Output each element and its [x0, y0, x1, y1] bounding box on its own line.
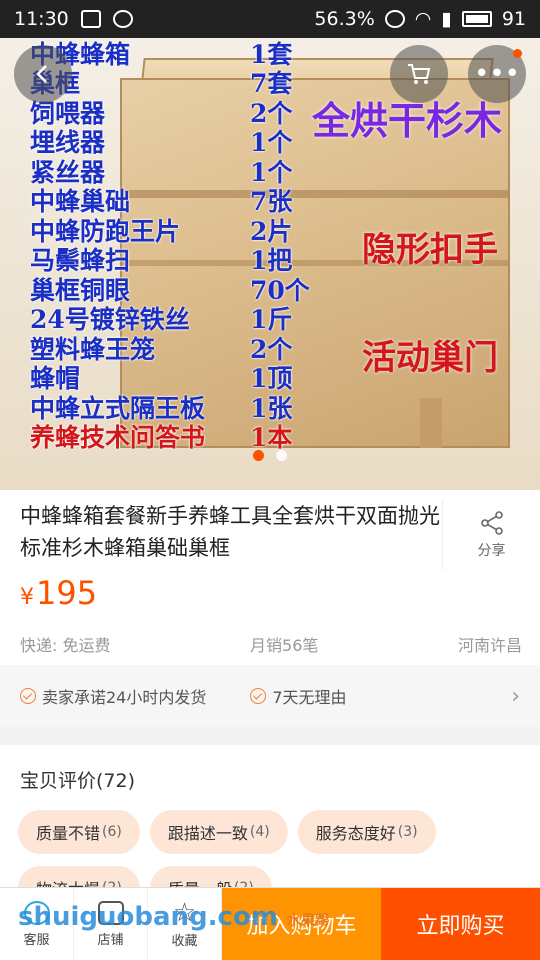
package-item: 中蜂立式隔王板 1张: [30, 392, 330, 423]
shop-icon: [97, 900, 124, 925]
currency-symbol: ¥: [20, 585, 34, 610]
gallery-icon: [80, 10, 101, 28]
review-tag-label: 质量不错: [36, 824, 101, 843]
buy-now-button[interactable]: 立即购买: [381, 888, 540, 960]
more-icon: •••: [473, 59, 520, 89]
seller-promises[interactable]: 卖家承诺24小时内发货 7天无理由 ›: [0, 665, 540, 727]
price-value: 195: [36, 574, 98, 612]
customer-service-label: 客服: [23, 932, 50, 948]
hive-stand-illustration: [420, 398, 442, 448]
reviews-title[interactable]: 宝贝评价(72): [20, 766, 135, 793]
back-button[interactable]: [14, 45, 72, 103]
package-item: 中蜂蜂箱 1套: [30, 38, 330, 69]
cart-button[interactable]: [390, 45, 448, 103]
notification-dot: [513, 49, 522, 58]
package-item: 埋线器 1个: [30, 127, 330, 157]
status-time: 11:30: [14, 8, 69, 30]
alarm-icon: [384, 10, 405, 28]
promise-label: 卖家承诺24小时内发货: [42, 688, 207, 707]
product-image-carousel[interactable]: 中蜂蜂箱1套巢框7套饲喂器2个埋线器1个紧丝器1个中蜂巢础7张中蜂防跑王片2片马…: [0, 38, 540, 490]
review-tag-count: (6): [102, 824, 122, 840]
carousel-dots: [0, 450, 540, 461]
promise-item: 7天无理由: [250, 684, 347, 708]
check-circle-icon: [250, 688, 267, 704]
favorite-button[interactable]: ☆ 收藏: [148, 888, 222, 960]
customer-service-button[interactable]: 客服: [0, 888, 74, 960]
monthly-sales: 月销56笔: [250, 636, 319, 655]
bottom-action-bar: 客服 店铺 ☆ 收藏 加入购物车 立即购买: [0, 887, 540, 960]
review-tag-label: 跟描述一致: [167, 824, 248, 843]
more-button[interactable]: •••: [468, 45, 526, 103]
share-label: 分享: [477, 543, 506, 559]
package-item: 巢框7套: [30, 68, 330, 98]
qq-icon: [112, 10, 133, 28]
signal-icon: ▮: [441, 8, 452, 30]
package-item-qty: 1本: [250, 423, 293, 453]
review-tag-label: 服务态度好: [315, 824, 396, 843]
star-icon: ☆: [172, 897, 197, 928]
feature-tag-movable-door: 活动巢门: [362, 338, 498, 378]
chevron-right-icon: ›: [511, 683, 520, 709]
shop-label: 店铺: [97, 932, 124, 948]
carousel-dot[interactable]: [253, 450, 264, 461]
shop-button[interactable]: 店铺: [74, 888, 148, 960]
package-item: 巢框铜眼 70个: [30, 274, 330, 305]
package-item: 24号镀锌铁丝 1斤: [30, 304, 330, 334]
promise-label: 7天无理由: [272, 688, 347, 707]
package-item: 中蜂防跑王片 2片: [30, 215, 330, 246]
package-item-name: 养蜂技术问答书: [30, 423, 206, 453]
package-item: 马鬃蜂扫 1把: [30, 245, 330, 275]
review-tag[interactable]: 服务态度好 (3): [297, 810, 436, 854]
feature-tag-hidden-handle: 隐形扣手: [362, 230, 498, 270]
status-bar: 11:30 56.3% ◠ ▮ 91: [0, 0, 540, 38]
price: ¥195: [20, 574, 97, 612]
share-icon: [480, 511, 503, 535]
product-meta: 快递: 免运费 月销56笔 河南许昌: [20, 632, 522, 656]
customer-service-icon: [23, 900, 50, 925]
ship-location: 河南许昌: [457, 636, 522, 655]
review-tag-count: (3): [397, 824, 418, 840]
package-item: 塑料蜂王笼 2个: [30, 333, 330, 364]
share-button[interactable]: 分享: [442, 500, 540, 570]
battery-level: 91: [501, 8, 526, 30]
section-divider: [0, 727, 540, 745]
review-tag-count: (4): [249, 824, 270, 840]
add-to-cart-button[interactable]: 加入购物车: [222, 888, 381, 960]
cart-icon: [408, 64, 431, 84]
package-item: 养蜂技术问答书 1本: [30, 422, 330, 452]
promise-item: 卖家承诺24小时内发货: [20, 684, 206, 708]
package-item: 饲喂器 2个: [30, 97, 330, 128]
product-header: 中蜂蜂箱套餐新手养蜂工具全套烘干双面抛光标准杉木蜂箱巢础巢框 分享: [0, 490, 540, 582]
package-list: 中蜂蜂箱1套巢框7套饲喂器2个埋线器1个紧丝器1个中蜂巢础7张中蜂防跑王片2片马…: [30, 38, 330, 453]
carousel-dot[interactable]: [276, 450, 287, 461]
package-item: 蜂帽 1顶: [30, 363, 330, 393]
battery-icon: [461, 11, 492, 27]
package-item: 紧丝器 1个: [30, 156, 330, 187]
check-circle-icon: [20, 688, 36, 704]
review-tag[interactable]: 质量不错 (6): [18, 810, 140, 854]
wifi-icon: ◠: [414, 8, 432, 30]
shipping-info: 快递: 免运费: [20, 636, 111, 655]
favorite-label: 收藏: [171, 933, 198, 949]
product-title: 中蜂蜂箱套餐新手养蜂工具全套烘干双面抛光标准杉木蜂箱巢础巢框: [20, 504, 440, 560]
review-tag[interactable]: 跟描述一致 (4): [149, 810, 288, 854]
back-icon: [36, 65, 47, 83]
package-item: 中蜂巢础 7张: [30, 186, 330, 216]
network-speed: 56.3%: [314, 8, 375, 30]
